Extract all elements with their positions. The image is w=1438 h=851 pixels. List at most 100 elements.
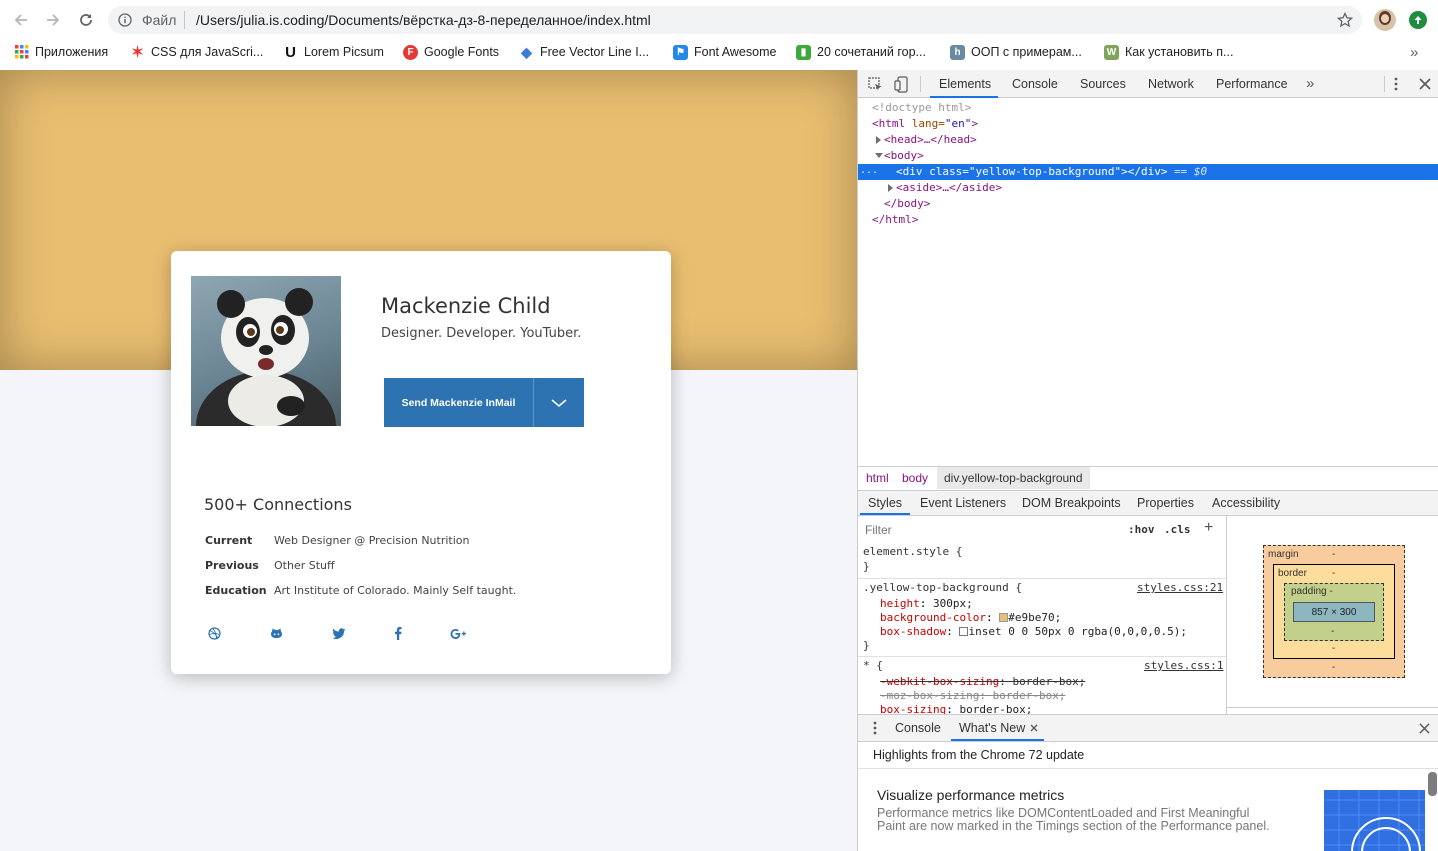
subtab-styles[interactable]: Styles <box>868 496 902 510</box>
profile-photo <box>191 276 341 426</box>
prop-value: border-box; <box>1012 675 1086 688</box>
close-tab-icon[interactable] <box>1030 724 1038 732</box>
dom-aside[interactable]: <aside>…</aside> <box>896 181 1002 194</box>
back-button[interactable] <box>10 9 32 31</box>
bookmark-label: Free Vector Line I... <box>540 45 650 59</box>
dom-attr-value: "en" <box>944 117 972 130</box>
margin-bottom-value: - <box>1332 662 1336 673</box>
subtab-event-listeners[interactable]: Event Listeners <box>920 496 1006 510</box>
subtab-accessibility[interactable]: Accessibility <box>1212 496 1280 510</box>
drawer-scrollbar-thumb[interactable] <box>1428 772 1437 796</box>
dom-head[interactable]: <head>…</head> <box>884 133 977 146</box>
dom-html-open[interactable]: <html lang="en"> <box>872 117 978 130</box>
github-icon[interactable] <box>270 627 283 640</box>
inmail-dropdown-button[interactable] <box>534 378 584 427</box>
rule1-source-link[interactable]: styles.css:21 <box>1137 581 1223 594</box>
tab-performance[interactable]: Performance <box>1216 70 1288 98</box>
facebook-icon[interactable] <box>394 627 402 640</box>
unsplash-icon: U <box>285 43 296 61</box>
subtab-properties[interactable]: Properties <box>1137 496 1194 510</box>
bookmark-css-js[interactable]: ✶ CSS для JavaScri... <box>130 43 263 61</box>
color-swatch[interactable] <box>999 613 1009 622</box>
more-tabs-button[interactable]: » <box>1306 70 1314 98</box>
hov-toggle[interactable]: :hov <box>1128 523 1155 536</box>
bookmark-free-vector[interactable]: ◆ Free Vector Line I... <box>519 43 649 61</box>
drawer-tab-whats-new[interactable]: What's New <box>959 721 1025 735</box>
dom-doctype[interactable]: <!doctype html> <box>872 101 971 114</box>
dribbble-icon[interactable] <box>208 627 221 640</box>
tab-sources[interactable]: Sources <box>1080 70 1126 98</box>
rule2-source-link[interactable]: styles.css:1 <box>1144 659 1223 672</box>
dom-body-open[interactable]: <body> <box>884 149 924 162</box>
padding-label: padding - <box>1291 586 1333 597</box>
breadcrumb-body[interactable]: body <box>902 471 928 485</box>
close-drawer-icon[interactable] <box>1419 723 1430 734</box>
rule2-prop-moz[interactable]: -moz-box-sizing: border-box; <box>880 689 1065 702</box>
prop-name: -webkit-box-sizing <box>880 675 1000 688</box>
whats-new-headline: Highlights from the Chrome 72 update <box>873 748 1085 762</box>
rule1-prop-bgcolor[interactable]: background-color: #e9be70; <box>880 611 1061 624</box>
dom-html-close[interactable]: </html> <box>872 213 918 226</box>
rule1-selector[interactable]: .yellow-top-background { <box>863 581 1022 594</box>
expand-triangle-icon[interactable] <box>888 184 893 192</box>
twitter-icon[interactable] <box>332 628 346 640</box>
update-icon[interactable] <box>1409 11 1427 29</box>
new-rule-button[interactable]: + <box>1204 519 1213 537</box>
breadcrumb-current[interactable]: div.yellow-top-background <box>937 467 1090 489</box>
kebab-menu-icon[interactable] <box>1393 77 1399 91</box>
drawer-menu-icon[interactable] <box>872 721 878 735</box>
google-plus-icon[interactable] <box>450 628 467 640</box>
dom-selected-div[interactable]: <div class="yellow-top-background"></div… <box>896 165 1168 178</box>
send-inmail-button[interactable]: Send Mackenzie InMail <box>384 378 533 427</box>
more-bookmarks-button[interactable]: » <box>1410 43 1418 61</box>
address-bar[interactable]: Файл /Users/julia.is.coding/Documents/вё… <box>108 6 1362 34</box>
tab-divider <box>920 76 921 92</box>
profile-avatar[interactable] <box>1374 9 1396 31</box>
device-toolbar-icon[interactable] <box>894 76 908 93</box>
close-devtools-icon[interactable] <box>1419 78 1431 90</box>
forward-button[interactable] <box>42 9 64 31</box>
box-model-content[interactable]: 857 × 300 <box>1293 602 1375 622</box>
dom-ellipsis[interactable]: ... <box>860 165 878 176</box>
rule1-prop-height[interactable]: height: 300px; <box>880 597 973 610</box>
box-model-padding[interactable]: padding - - 857 × 300 <box>1284 583 1384 641</box>
inspect-element-icon[interactable] <box>868 77 883 92</box>
drawer-tab-console[interactable]: Console <box>895 721 941 735</box>
info-icon[interactable] <box>118 13 132 27</box>
dom-body-close[interactable]: </body> <box>884 197 930 210</box>
breadcrumb-html[interactable]: html <box>866 471 889 485</box>
row-label-previous: Previous <box>205 559 259 572</box>
tab-network[interactable]: Network <box>1148 70 1194 98</box>
box-model-border[interactable]: border - - padding - - 857 × 300 <box>1273 564 1395 659</box>
box-model-margin[interactable]: margin - - border - - padding - - 857 × … <box>1263 545 1405 678</box>
bookmark-label: Как установить п... <box>1125 45 1234 59</box>
rule2-selector[interactable]: * { <box>863 659 883 672</box>
element-style-selector[interactable]: element.style { <box>863 545 962 558</box>
bookmark-oop[interactable]: h ООП с примерам... <box>950 43 1082 61</box>
star-bookmark-icon[interactable] <box>1337 12 1353 28</box>
styles-filter-input[interactable] <box>861 520 1119 540</box>
rule1-prop-boxshadow[interactable]: box-shadow: inset 0 0 50px 0 rgba(0,0,0,… <box>880 625 1187 638</box>
rule1-close: } <box>863 639 870 652</box>
cls-toggle[interactable]: .cls <box>1164 523 1191 536</box>
whats-new-item-title[interactable]: Visualize performance metrics <box>877 787 1064 803</box>
reload-button[interactable] <box>75 9 97 31</box>
tab-console[interactable]: Console <box>1012 70 1058 98</box>
bookmark-font-awesome[interactable]: ⚑ Font Awesome <box>673 43 776 61</box>
url-text[interactable]: /Users/julia.is.coding/Documents/вёрстка… <box>196 12 651 28</box>
bookmark-install[interactable]: W Как установить п... <box>1104 43 1233 61</box>
bookmark-label: Google Fonts <box>424 45 500 59</box>
chevron-down-icon <box>551 398 567 407</box>
devtools-panel: Elements Console Sources Network Perform… <box>857 70 1438 851</box>
page-viewport: Mackenzie Child Designer. Developer. You… <box>0 70 857 851</box>
bookmark-color-combos[interactable]: ▮ 20 сочетаний гор... <box>796 43 926 61</box>
bookmark-apps[interactable]: Приложения <box>14 43 108 61</box>
whats-new-thumbnail[interactable] <box>1324 790 1425 851</box>
bookmark-google-fonts[interactable]: F Google Fonts <box>403 43 499 61</box>
bookmark-lorem-picsum[interactable]: U Lorem Picsum <box>283 43 384 61</box>
rule2-prop-webkit[interactable]: -webkit-box-sizing: border-box; <box>880 675 1085 688</box>
subtab-dom-breakpoints[interactable]: DOM Breakpoints <box>1022 496 1121 510</box>
collapse-triangle-icon[interactable] <box>875 153 883 158</box>
tab-elements[interactable]: Elements <box>939 70 991 98</box>
expand-triangle-icon[interactable] <box>876 136 881 144</box>
